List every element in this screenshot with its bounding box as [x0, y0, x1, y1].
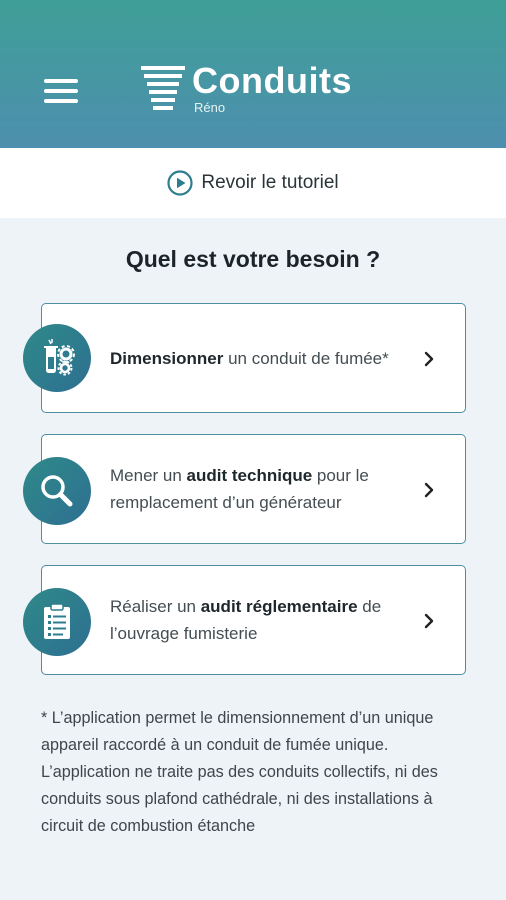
app-header: Conduits Réno — [0, 0, 506, 148]
option-label: Mener un audit technique pour le remplac… — [110, 466, 369, 512]
hamburger-icon[interactable] — [44, 79, 78, 103]
option-audit-reglementaire[interactable]: Réaliser un audit réglementaire de l’ouv… — [41, 565, 466, 675]
option-audit-technique[interactable]: Mener un audit technique pour le remplac… — [41, 434, 466, 544]
logo-title: Conduits — [192, 60, 352, 101]
tutorial-label: Revoir le tutoriel — [201, 172, 339, 193]
gears-flask-icon — [23, 324, 91, 392]
option-label: Réaliser un audit réglementaire de l’ouv… — [110, 597, 382, 643]
footnote: * L’application permet le dimensionnemen… — [41, 709, 438, 835]
magnifier-icon — [23, 457, 91, 525]
logo-subtitle: Réno — [194, 100, 226, 115]
tutorial-link[interactable]: Revoir le tutoriel — [0, 148, 506, 218]
logo-chimney-icon — [141, 66, 185, 110]
option-label: Dimensionner un conduit de fumée* — [110, 348, 389, 368]
app-logo: Conduits Réno — [140, 60, 380, 120]
play-circle-icon — [167, 170, 193, 196]
chevron-right-icon — [424, 613, 434, 629]
option-dimensionner[interactable]: Dimensionner un conduit de fumée* — [41, 303, 466, 413]
page-title: Quel est votre besoin ? — [125, 246, 381, 272]
clipboard-checklist-icon — [23, 588, 91, 656]
chevron-right-icon — [424, 482, 434, 498]
chevron-right-icon — [424, 351, 434, 367]
